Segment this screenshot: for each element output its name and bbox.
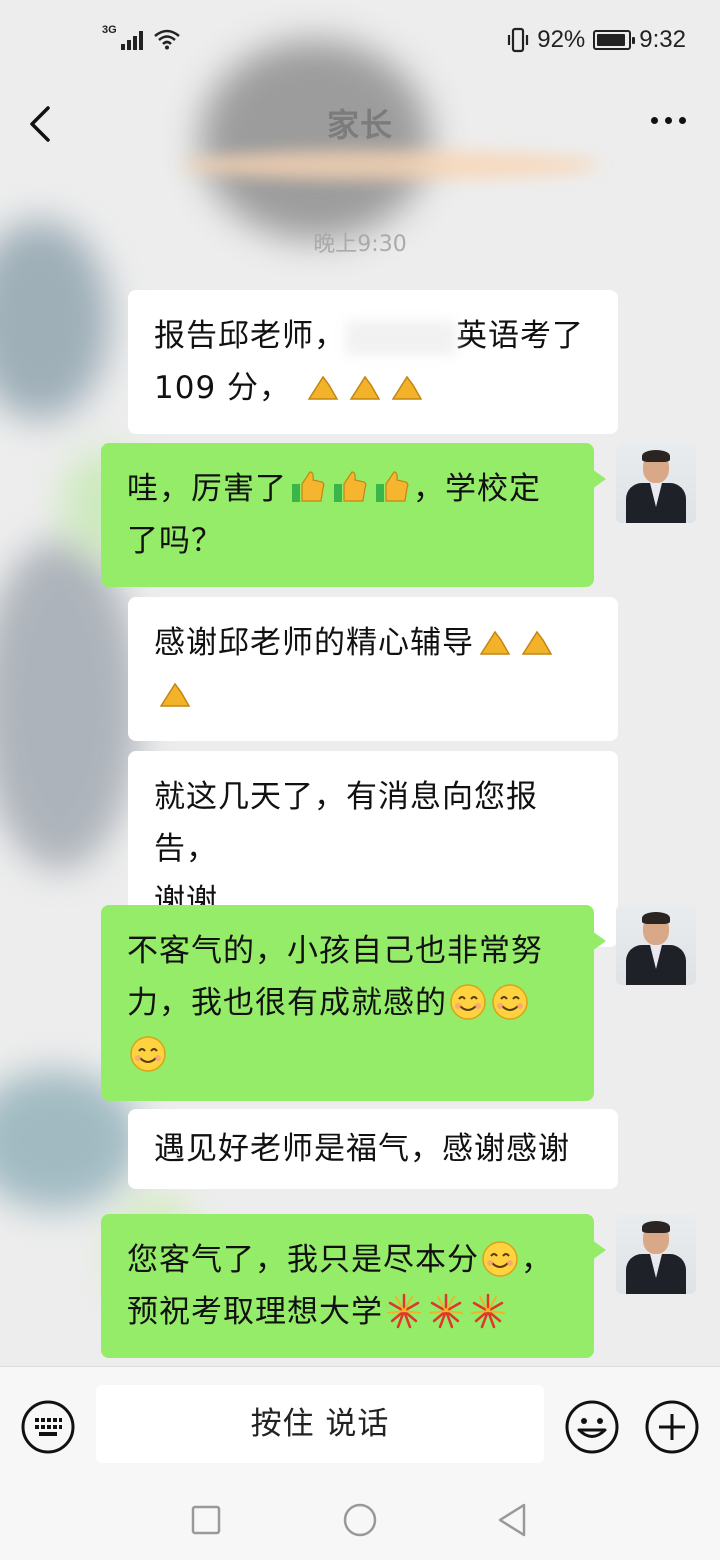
message-text: 报告邱老师， <box>154 318 346 354</box>
message-text: 遇见好老师是福气，感谢感谢 <box>154 1131 570 1167</box>
avatar[interactable] <box>616 1214 696 1294</box>
clock: 9:32 <box>639 26 686 53</box>
avatar[interactable] <box>616 905 696 985</box>
message-bubble-sent[interactable]: 您客气了，我只是尽本分 ， 预祝考取理想大学 <box>101 1214 606 1358</box>
message-text: 感谢邱老师的精心辅导 <box>154 625 474 661</box>
recent-apps-icon[interactable] <box>190 1504 222 1536</box>
message-text: 英语考了 <box>456 318 584 354</box>
message-text: 力，我也很有成就感的 <box>127 985 447 1021</box>
message-text: 了吗？ <box>127 523 223 559</box>
message-text: 不客气的，小孩自己也非常努 <box>127 933 543 969</box>
status-bar: 3G 92% 9:32 <box>0 0 720 84</box>
praying-hands-icon <box>479 630 511 655</box>
thumbs-up-icon <box>292 470 325 502</box>
keyboard-icon[interactable] <box>20 1399 76 1455</box>
title-bar: 家长 <box>0 84 720 164</box>
message-bubble-sent[interactable]: 哇，厉害了 ，学校定 了吗？ <box>101 443 606 587</box>
wifi-icon <box>153 29 180 50</box>
home-icon[interactable] <box>342 1502 378 1538</box>
privacy-blur <box>0 540 140 870</box>
message-bubble-received[interactable]: 感谢邱老师的精心辅导 <box>128 597 618 741</box>
message-bubble-received[interactable]: 遇见好老师是福气，感谢感谢 <box>128 1109 618 1189</box>
fireworks-icon <box>471 1293 505 1328</box>
praying-hands-icon <box>391 375 423 400</box>
redacted-name <box>346 320 456 355</box>
thumbs-up-icon <box>376 470 409 502</box>
more-dots-icon[interactable] <box>651 117 686 124</box>
praying-hands-icon <box>307 375 339 400</box>
smiley-emoji-icon <box>492 983 528 1020</box>
smiley-emoji-icon <box>450 983 486 1020</box>
message-timestamp: 晚上9:30 <box>313 232 407 257</box>
fireworks-icon <box>429 1293 463 1328</box>
message-text: 就这几天了，有消息向您报告， <box>154 779 538 867</box>
status-left: 3G <box>102 24 181 50</box>
thumbs-up-icon <box>334 470 367 502</box>
network-type: 3G <box>102 24 117 36</box>
avatar[interactable] <box>616 443 696 523</box>
message-text: 哇，厉害了 <box>127 471 287 507</box>
smiley-emoji-icon <box>130 1035 166 1072</box>
plus-circle-icon[interactable] <box>644 1399 700 1455</box>
praying-hands-icon <box>521 630 553 655</box>
message-bubble-received[interactable]: 报告邱老师， 英语考了 109 分， <box>128 290 618 434</box>
status-right: 92% 9:32 <box>507 26 686 54</box>
message-bubble-sent[interactable]: 不客气的，小孩自己也非常努 力，我也很有成就感的 <box>101 905 606 1101</box>
smiley-icon[interactable] <box>564 1399 620 1455</box>
message-text: ，学校定 <box>413 471 541 507</box>
smiley-emoji-icon <box>482 1240 518 1277</box>
back-triangle-icon[interactable] <box>496 1502 528 1538</box>
battery-fill <box>597 34 625 46</box>
message-text: 109 分， <box>154 370 292 406</box>
praying-hands-icon <box>349 375 381 400</box>
battery-icon <box>593 30 636 50</box>
fireworks-icon <box>387 1293 421 1328</box>
hold-to-talk-button[interactable]: 按住 说话 <box>96 1385 544 1463</box>
message-text: 预祝考取理想大学 <box>127 1294 383 1330</box>
message-text: ， <box>521 1242 553 1278</box>
signal-icon <box>120 28 143 50</box>
system-nav-bar <box>0 1482 720 1560</box>
vibrate-icon <box>508 27 529 53</box>
chat-title: 家长 <box>326 106 393 144</box>
message-text: 您客气了，我只是尽本分 <box>127 1242 479 1278</box>
battery-percent: 92% <box>537 26 586 53</box>
praying-hands-icon <box>159 682 191 707</box>
input-bar: 按住 说话 <box>0 1366 720 1482</box>
